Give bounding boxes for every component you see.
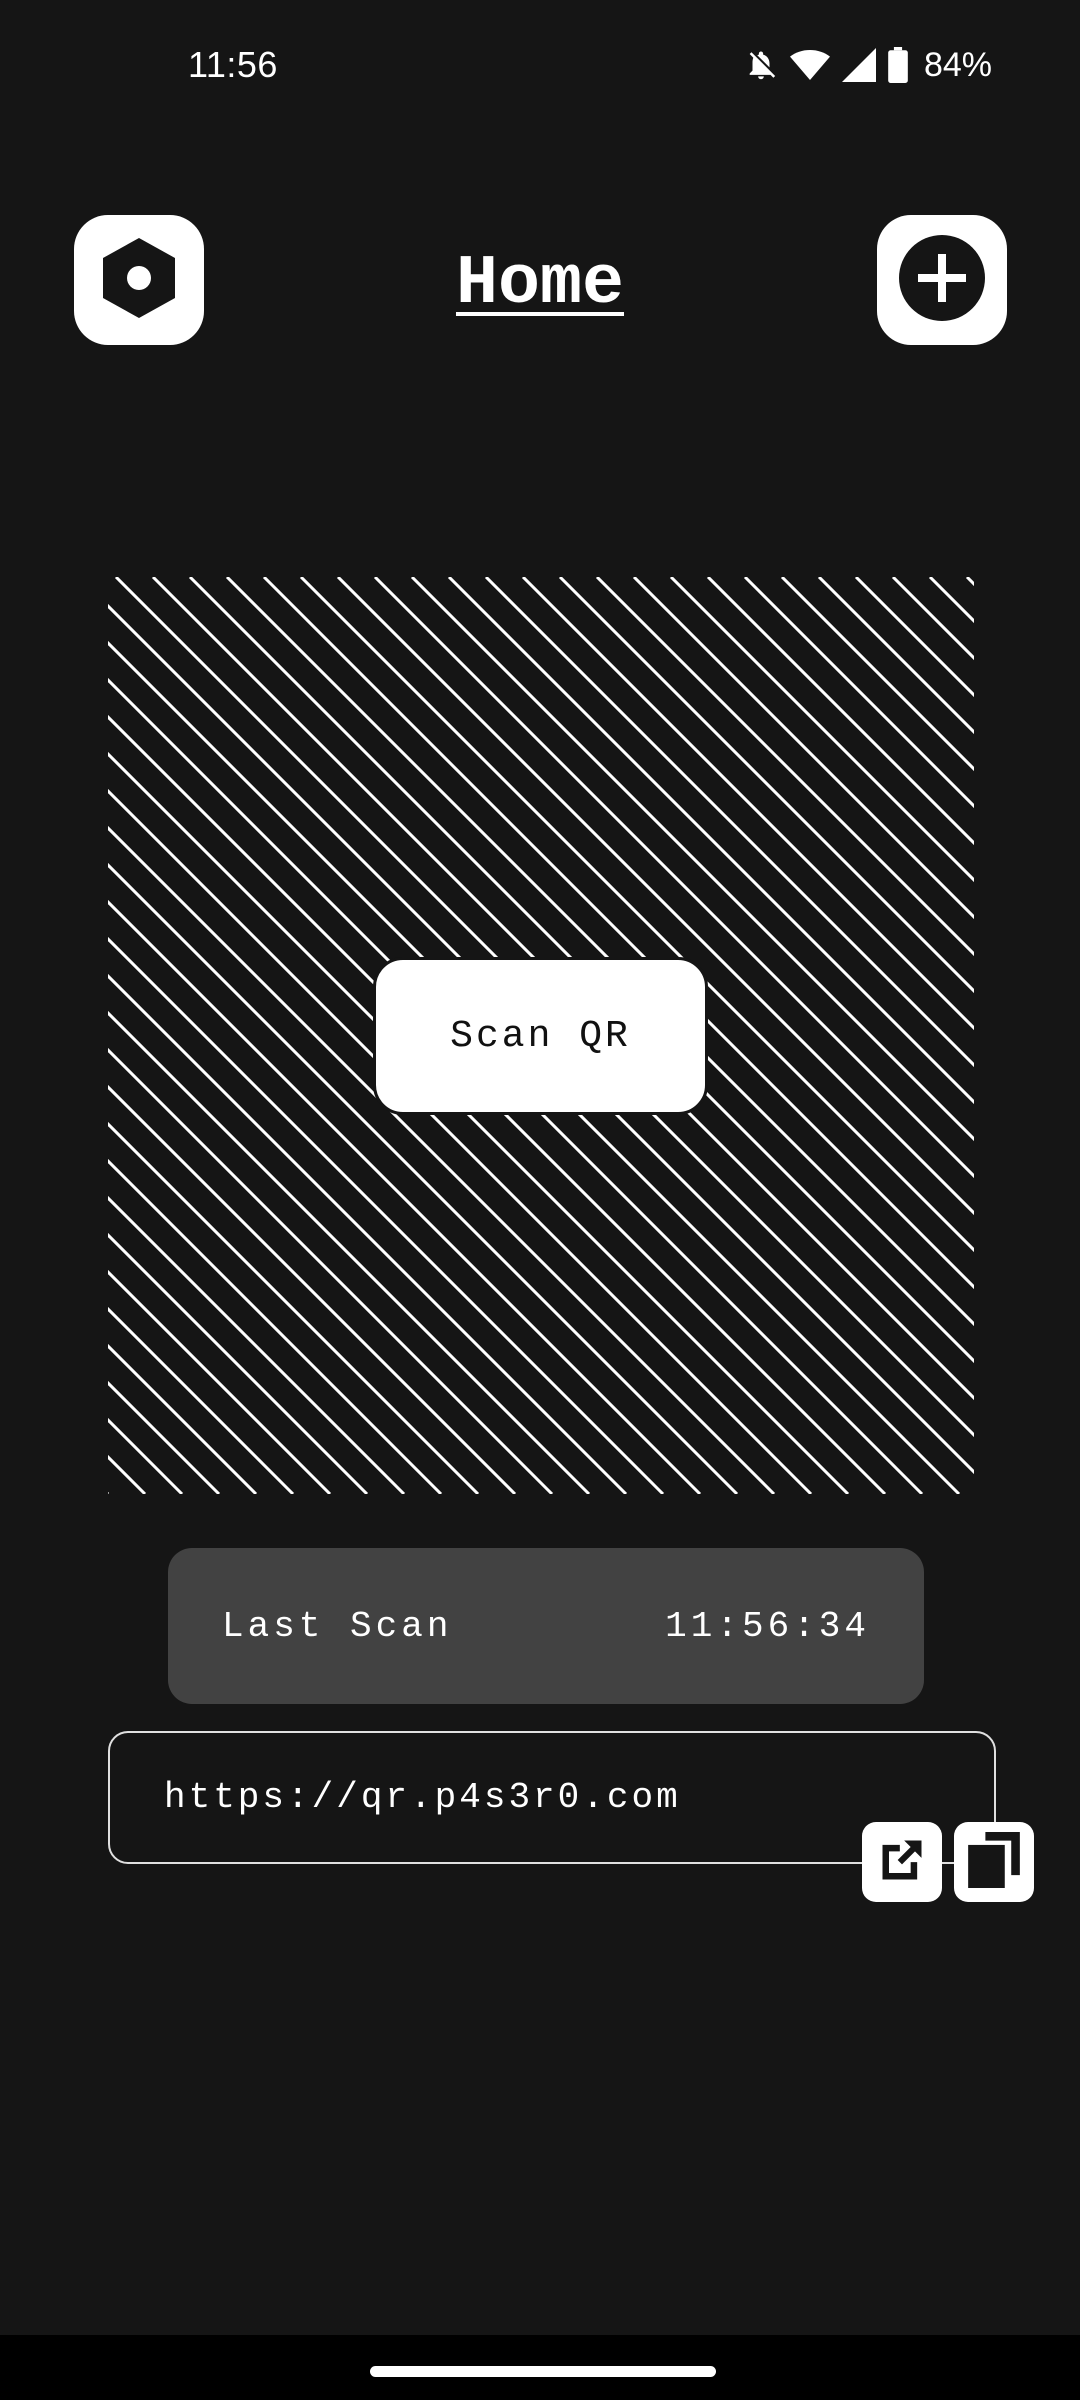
wifi-icon (789, 48, 830, 82)
last-scan-time: 11:56:34 (665, 1605, 870, 1647)
status-icons: 84% (744, 44, 992, 86)
open-external-icon (876, 1834, 928, 1891)
status-bar: 11:56 84% (0, 0, 1080, 140)
add-circle-icon (898, 234, 986, 327)
hatch-line (108, 1454, 147, 1494)
battery-icon (888, 47, 908, 83)
hatch-line (108, 1380, 221, 1494)
open-link-button[interactable] (862, 1822, 942, 1902)
add-button[interactable] (877, 215, 1007, 345)
copy-icon (968, 1831, 1020, 1893)
home-gesture-handle[interactable] (370, 2366, 716, 2377)
hatch-line (108, 1195, 406, 1494)
last-scan-card: Last Scan 11:56:34 (168, 1548, 924, 1704)
status-time: 11:56 (188, 44, 278, 85)
scan-result-url-text: https://qr.p4s3r0.com (164, 1777, 681, 1818)
copy-button[interactable] (954, 1822, 1034, 1902)
bell-off-icon (744, 47, 778, 83)
battery-percent: 84% (923, 45, 992, 84)
last-scan-label: Last Scan (222, 1605, 453, 1647)
cell-signal-icon (841, 48, 876, 82)
scan-qr-button[interactable]: Scan QR (373, 957, 708, 1115)
